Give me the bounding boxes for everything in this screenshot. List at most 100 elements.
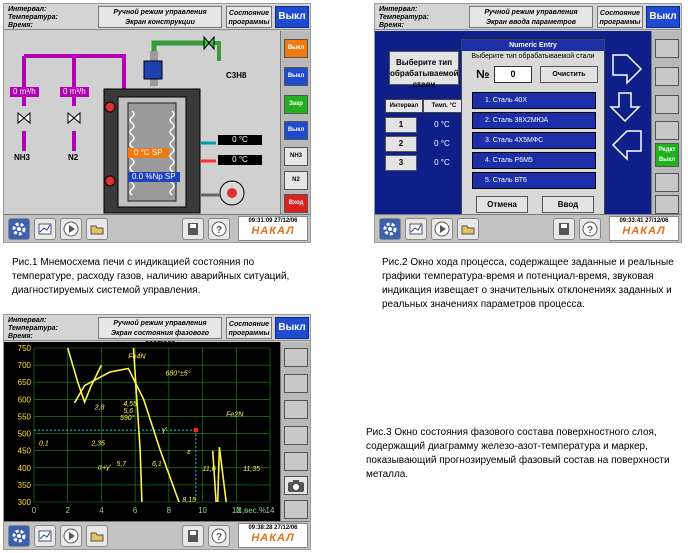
valve-icon[interactable] xyxy=(67,111,81,125)
help-icon[interactable]: ? xyxy=(579,218,601,240)
clock-time: 09:38:28 27/12/06 xyxy=(248,525,298,531)
y-tick-label: 350 xyxy=(18,481,32,490)
number-input[interactable]: 0 xyxy=(494,66,532,83)
steel-option-2[interactable]: 2. Сталь 38Х2МЮА xyxy=(472,112,596,129)
side-button-2[interactable]: Выкл xyxy=(284,67,308,86)
y-tick-label: 550 xyxy=(18,412,32,421)
phase-boundary-line-5 xyxy=(216,447,227,503)
side-button-nh3[interactable]: NH3 xyxy=(284,147,308,166)
chart-annotation: 2,8 xyxy=(94,405,105,412)
furnace-schematic xyxy=(17,35,245,214)
side-button-empty-2[interactable] xyxy=(655,67,679,86)
x-tick-label: 2 xyxy=(65,506,70,515)
params-area: Выберите тип обрабатываемой стали Интерв… xyxy=(375,31,651,216)
program-state[interactable]: Состояние программы xyxy=(226,6,272,28)
side-button-empty-1[interactable] xyxy=(655,39,679,58)
x-tick-label: 0 xyxy=(32,506,37,515)
gear-icon[interactable] xyxy=(379,218,401,240)
header: Интервал: Температура: Время: Ручной реж… xyxy=(375,4,681,30)
save-icon[interactable] xyxy=(182,218,204,240)
cancel-button[interactable]: Отмена xyxy=(476,196,528,213)
state-label-2: программы xyxy=(599,19,641,26)
svg-text:?: ? xyxy=(216,225,222,236)
chart-icon[interactable] xyxy=(405,218,427,240)
side-button-3[interactable]: Закр xyxy=(284,95,308,114)
camera-icon[interactable] xyxy=(284,476,308,495)
enter-button[interactable]: Ввод xyxy=(542,196,594,213)
steel-option-1[interactable]: 1. Сталь 40Х xyxy=(472,92,596,109)
phase-boundary-line-4 xyxy=(211,450,217,503)
side-button-empty-4[interactable] xyxy=(655,121,679,140)
gear-icon[interactable] xyxy=(8,218,30,240)
program-state[interactable]: Состояние программы xyxy=(597,6,643,28)
side-button-empty-5[interactable] xyxy=(655,173,679,192)
steel-option-3[interactable]: 3. Сталь 4Х5МФС xyxy=(472,132,596,149)
save-icon[interactable] xyxy=(553,218,575,240)
side-button-1[interactable]: Выкл xyxy=(284,39,308,58)
flow-n2-readout: 0 m³/h xyxy=(60,87,89,97)
side-button-empty-6[interactable] xyxy=(284,500,308,519)
valve-icon[interactable] xyxy=(203,35,215,51)
x-tick-label: 6 xyxy=(133,506,138,515)
interval-1-button[interactable]: 1 xyxy=(385,117,417,133)
interval-1-temp: 0 °C xyxy=(434,120,450,129)
side-button-empty-4[interactable] xyxy=(284,426,308,445)
y-tick-label: 600 xyxy=(18,395,32,404)
side-button-exit[interactable]: Вход xyxy=(284,194,308,213)
temperature-label: Температура: xyxy=(379,14,429,21)
temp-readout-2: 0 °C xyxy=(218,155,262,165)
steel-option-4[interactable]: 4. Сталь Р6М5 xyxy=(472,152,596,169)
side-button-empty-2[interactable] xyxy=(284,374,308,393)
chart-annotation: α+γ' xyxy=(98,464,112,471)
phase-diagram-chart[interactable]: 0 2 4 6 8 10 12 1430035040045050055060065070075… xyxy=(4,342,280,523)
gear-icon[interactable] xyxy=(8,525,30,547)
clock-time: 09:31:09 27/12/06 xyxy=(248,218,298,224)
side-panel: Выкл Выкл Закр Выкл NH3 N2 Вход xyxy=(280,31,310,216)
help-icon[interactable]: ? xyxy=(208,525,230,547)
off-button[interactable]: Выкл xyxy=(275,317,309,339)
side-button-empty-3[interactable] xyxy=(655,95,679,114)
chart-icon[interactable] xyxy=(34,218,56,240)
state-label-1: Состояние xyxy=(599,10,641,17)
side-button-empty-3[interactable] xyxy=(284,400,308,419)
interval-3-button[interactable]: 3 xyxy=(385,155,417,171)
nakal-logo: НАКАЛ xyxy=(251,225,295,237)
valve-icon[interactable] xyxy=(17,111,31,125)
side-button-n2[interactable]: N2 xyxy=(284,171,308,190)
np-setpoint[interactable]: 0.0 %Np SP xyxy=(128,172,180,182)
chart-icon[interactable] xyxy=(34,525,56,547)
ready-off-button[interactable]: Редкт Выкл xyxy=(655,143,679,167)
side-button-empty-1[interactable] xyxy=(284,348,308,367)
interval-label: Интервал: xyxy=(8,317,47,324)
nakal-logo: НАКАЛ xyxy=(622,225,666,237)
program-state[interactable]: Состояние программы xyxy=(226,317,272,339)
interval-2-button[interactable]: 2 xyxy=(385,136,417,152)
play-icon[interactable] xyxy=(60,525,82,547)
help-icon[interactable]: ? xyxy=(208,218,230,240)
no-label: № xyxy=(476,67,490,81)
folder-icon[interactable] xyxy=(86,218,108,240)
side-button-4[interactable]: Выкл xyxy=(284,121,308,140)
off-button[interactable]: Выкл xyxy=(646,6,680,28)
select-steel-button[interactable]: Выберите тип обрабатываемой стали xyxy=(389,51,459,89)
y-tick-label: 450 xyxy=(18,447,32,456)
folder-icon[interactable] xyxy=(457,218,479,240)
folder-icon[interactable] xyxy=(86,525,108,547)
clear-button[interactable]: Очистить xyxy=(540,66,598,83)
y-tick-label: 750 xyxy=(18,344,32,353)
play-icon[interactable] xyxy=(60,218,82,240)
caption-fig3: Рис.3 Окно состояния фазового состава по… xyxy=(366,427,670,480)
off-button[interactable]: Выкл xyxy=(275,6,309,28)
y-tick-label: 650 xyxy=(18,378,32,387)
play-icon[interactable] xyxy=(431,218,453,240)
temperature-label: Температура: xyxy=(8,325,58,332)
toolbar: ? 09:33:41 27/12/06 НАКАЛ xyxy=(375,214,681,242)
side-button-empty-5[interactable] xyxy=(284,452,308,471)
temp-setpoint[interactable]: 0 °C SP xyxy=(128,148,169,158)
x-tick-label: 14 xyxy=(266,506,275,515)
screen-mnemonic: Интервал: Температура: Время: Ручной реж… xyxy=(3,3,311,243)
temperature-label: Температура: xyxy=(8,14,58,21)
side-button-empty-6[interactable] xyxy=(655,195,679,214)
steel-option-5[interactable]: 5. Сталь ВТ6 xyxy=(472,172,596,189)
save-icon[interactable] xyxy=(182,525,204,547)
